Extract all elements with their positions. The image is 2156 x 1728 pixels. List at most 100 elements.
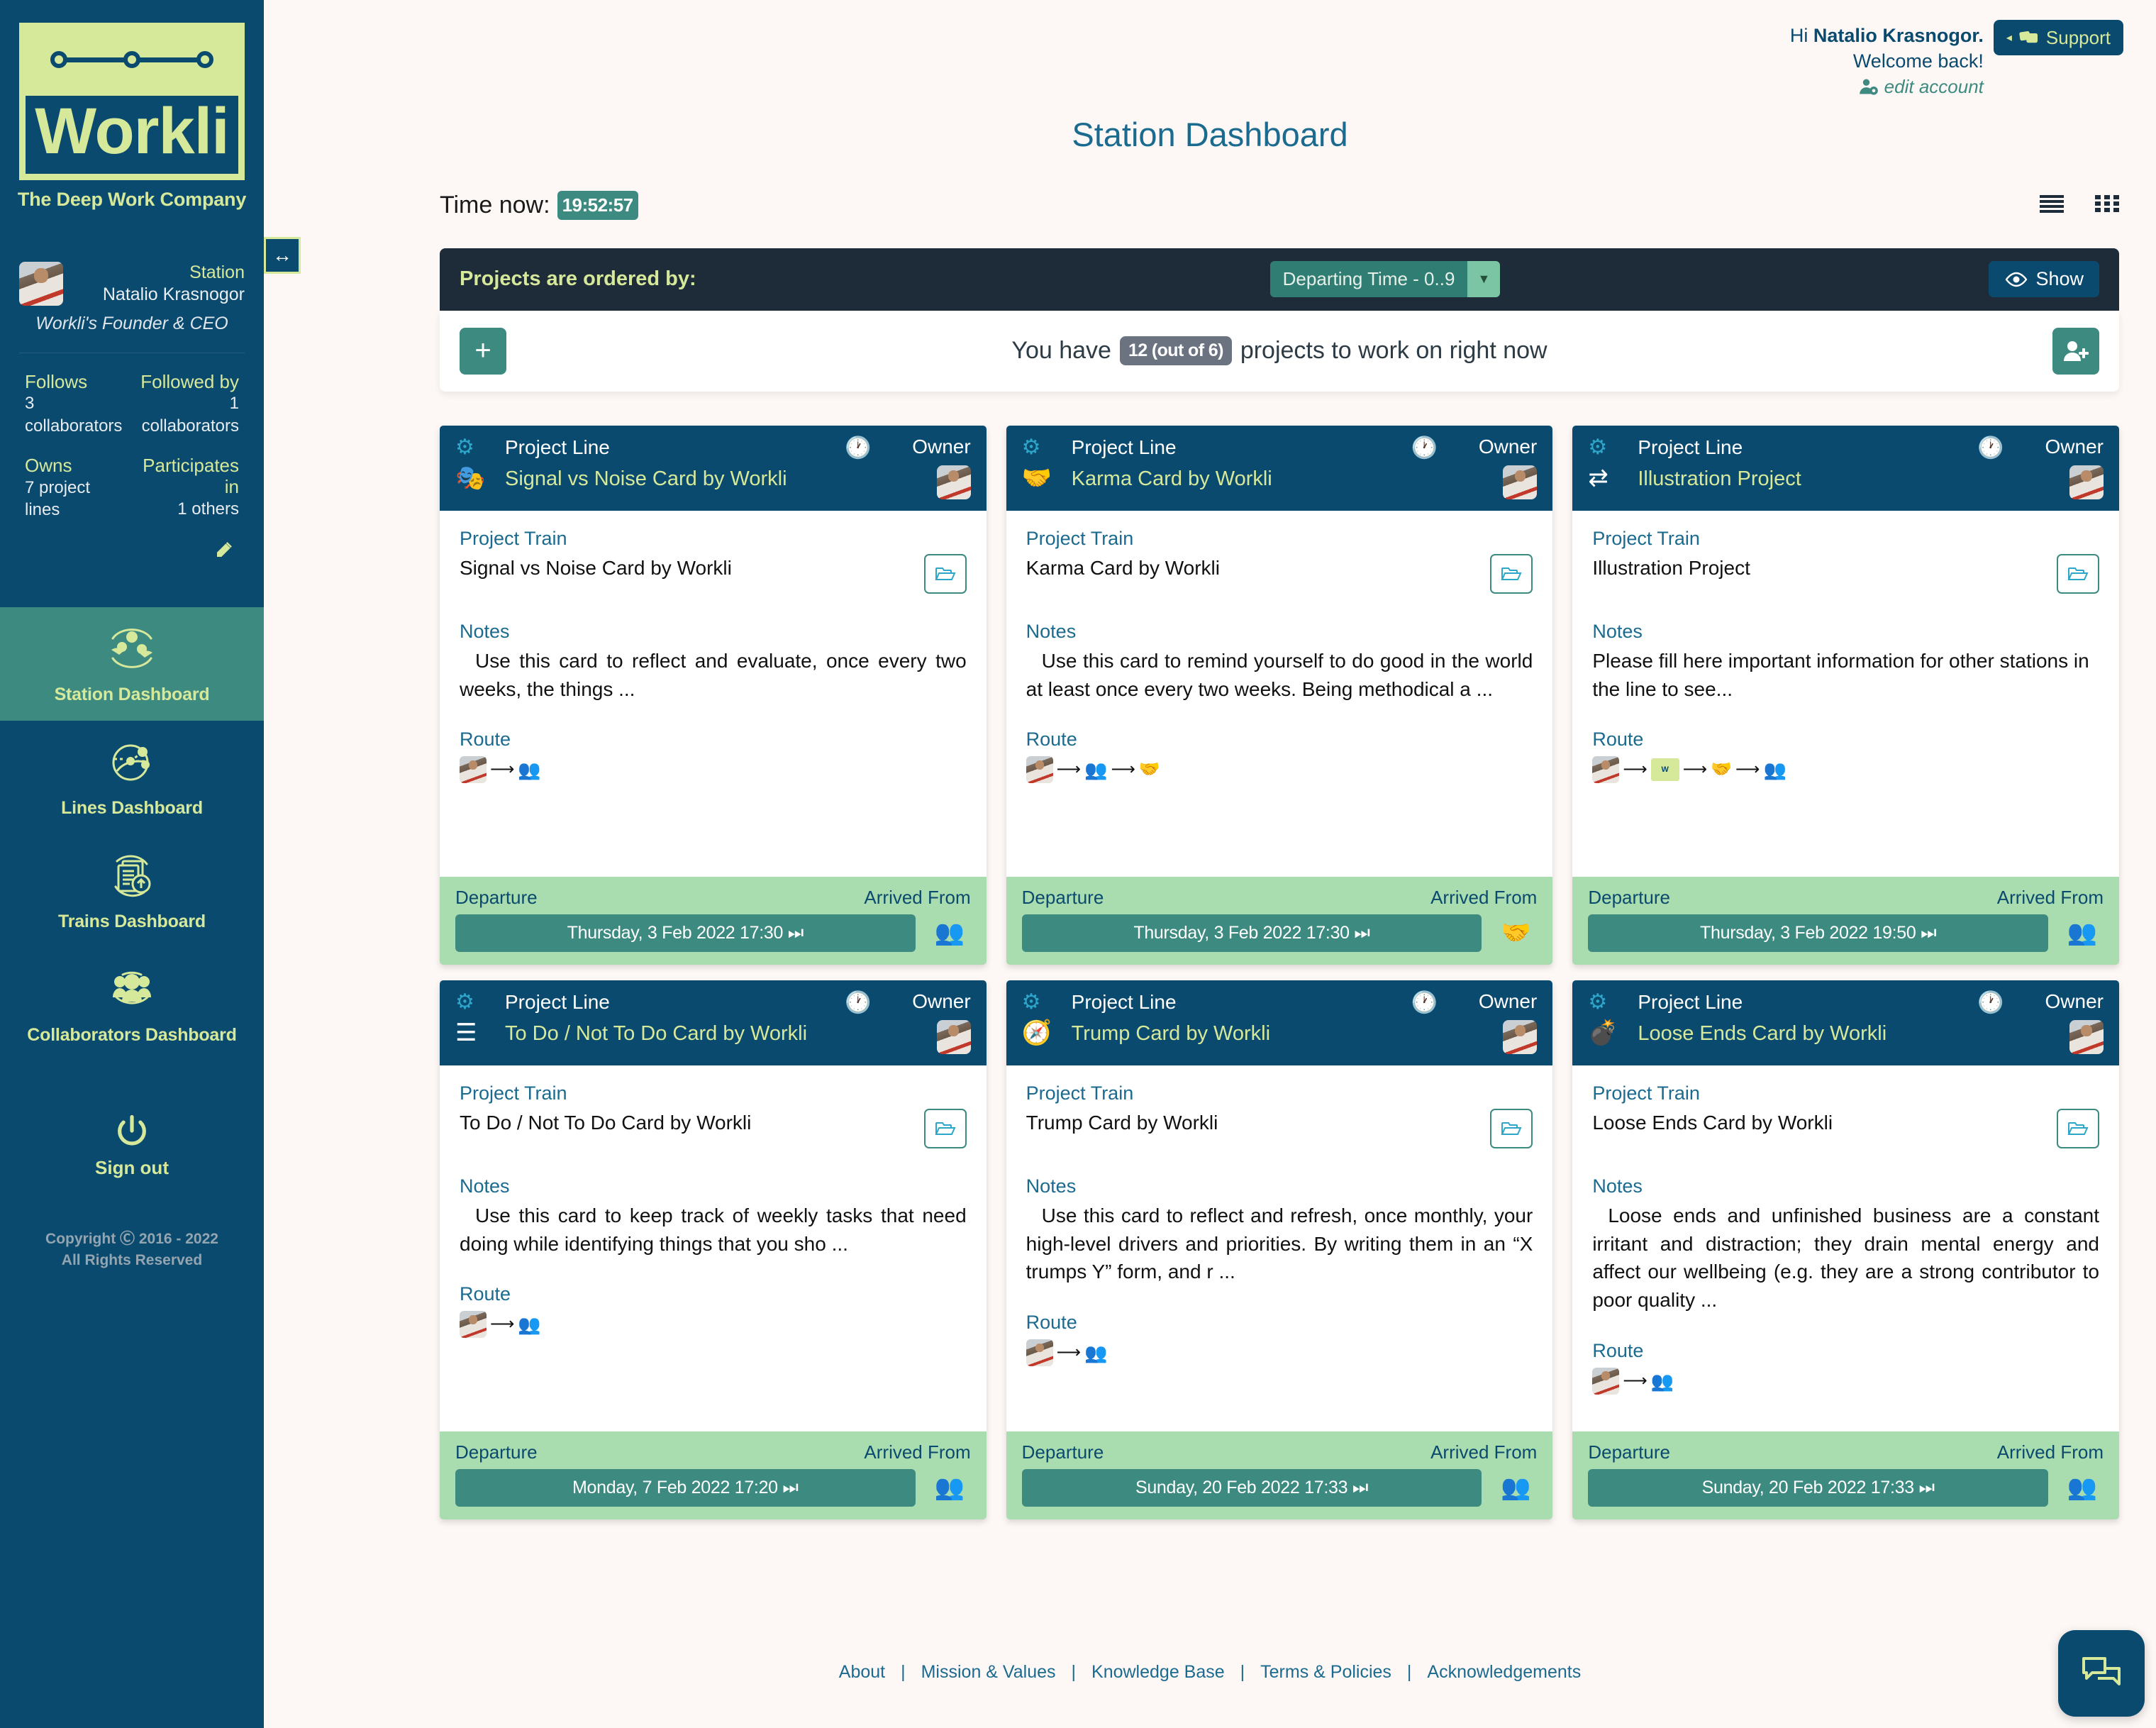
owner-label: Owner	[2045, 990, 2104, 1012]
sidebar-item-station-dashboard[interactable]: Station Dashboard	[0, 607, 264, 721]
route-avatar-icon	[1026, 756, 1053, 784]
notes-text: Please fill here important information f…	[1592, 649, 2089, 700]
handshake-icon: 🤝	[1501, 919, 1531, 947]
count-text-before: You have	[1011, 337, 1111, 365]
gear-icon[interactable]: ⚙	[1022, 436, 1066, 459]
logo-line-graphic	[22, 26, 242, 94]
resize-horizontal-icon: ↔	[272, 244, 292, 266]
handoff-people-icon: 👥	[518, 759, 541, 781]
card-header: ⚙ ⇄ Project Line Illustration Project 🕐 …	[1572, 425, 2119, 511]
brand-tagline: The Deep Work Company	[17, 189, 247, 210]
project-line-label: Project Line	[1071, 990, 1177, 1013]
gear-icon[interactable]: ⚙	[1022, 990, 1066, 1014]
project-line-name: Trump Card by Workli	[1071, 1021, 1271, 1045]
project-card[interactable]: ⚙ 🧭 Project Line Trump Card by Workli 🕐 …	[1006, 980, 1553, 1519]
route-avatar-icon	[1026, 1339, 1053, 1367]
open-folder-button[interactable]	[2057, 553, 2099, 594]
folder-open-icon	[1501, 1121, 1522, 1135]
owner-label: Owner	[912, 990, 971, 1012]
sidebar-toggle-button[interactable]: ↔	[264, 237, 301, 274]
masks-icon: 🎭	[455, 464, 486, 492]
open-folder-button[interactable]	[2057, 1108, 2099, 1148]
open-folder-button[interactable]	[1490, 1108, 1533, 1148]
sidebar-item-collaborators-dashboard[interactable]: Collaborators Dashboard	[0, 948, 264, 1061]
departure-time[interactable]: Sunday, 20 Feb 2022 17:33 ⏭	[1021, 1468, 1482, 1507]
project-card[interactable]: ⚙ 🎭 Project Line Signal vs Noise Card by…	[440, 425, 987, 965]
footer-link-acknowledgements[interactable]: Acknowledgements	[1427, 1662, 1581, 1683]
time-row: Time now: 19:52:57	[440, 190, 2119, 220]
clock-icon: 🕐	[1411, 990, 1438, 1014]
add-project-button[interactable]: +	[460, 327, 506, 375]
list-view-icon[interactable]	[2040, 194, 2064, 217]
owner-avatar	[936, 1019, 971, 1054]
chat-widget-button[interactable]	[2058, 1630, 2145, 1717]
user-gear-icon	[1859, 79, 1878, 96]
sidebar-item-trains-dashboard[interactable]: Trains Dashboard	[0, 834, 264, 948]
edit-profile-icon[interactable]	[213, 539, 235, 565]
site-footer: About | Mission & Values | Knowledge Bas…	[264, 1662, 2156, 1683]
route-label: Route	[460, 1283, 511, 1305]
gear-icon[interactable]: ⚙	[455, 436, 499, 459]
ordered-by-label: Projects are ordered by:	[460, 267, 696, 291]
sidebar-nav: Station Dashboard Lines Dashboard Trains…	[0, 607, 264, 1061]
edit-account-link[interactable]: edit account	[1790, 74, 1984, 99]
sign-out-button[interactable]: Sign out	[0, 1112, 264, 1179]
sort-select[interactable]: Departing Time - 0..9 ▼	[1269, 261, 1501, 298]
route-avatar-icon	[460, 756, 487, 784]
grid-view-icon[interactable]	[2095, 194, 2119, 217]
stat-participates-in: Participates in 1 others	[127, 455, 239, 521]
gear-icon[interactable]: ⚙	[1588, 990, 1632, 1014]
show-button[interactable]: Show	[1989, 261, 2099, 298]
footer-link-about[interactable]: About	[839, 1662, 885, 1683]
time-now: Time now: 19:52:57	[440, 190, 638, 220]
open-folder-button[interactable]	[1490, 553, 1533, 594]
gear-icon[interactable]: ⚙	[455, 990, 499, 1014]
footer-separator: |	[1240, 1662, 1245, 1682]
card-header: ⚙ 🧭 Project Line Trump Card by Workli 🕐 …	[1006, 980, 1553, 1065]
brand-logo[interactable]: Workli	[19, 23, 245, 180]
card-body: Project Train Trump Card by Workli Notes…	[1006, 1065, 1553, 1431]
departure-time[interactable]: Monday, 7 Feb 2022 17:20 ⏭	[455, 1468, 916, 1507]
notes-text: Use this card to reflect and refresh, on…	[1026, 1204, 1533, 1283]
folder-open-icon	[2067, 1121, 2089, 1135]
departure-label: Departure	[1588, 886, 1670, 908]
departure-time[interactable]: Thursday, 3 Feb 2022 17:30 ⏭	[455, 914, 916, 952]
profile-station-label: Station	[189, 262, 245, 282]
departure-time[interactable]: Thursday, 3 Feb 2022 19:50 ⏭	[1588, 914, 2048, 952]
footer-link-knowledge-base[interactable]: Knowledge Base	[1091, 1662, 1225, 1683]
footer-link-terms-policies[interactable]: Terms & Policies	[1260, 1662, 1391, 1683]
handoff-people-icon: 👥	[2067, 919, 2098, 947]
notes-text: Use this card to keep track of weekly ta…	[460, 1204, 967, 1255]
support-button[interactable]: ◂ Support	[1993, 20, 2123, 55]
stat-follows: Follows 3 collaborators	[25, 371, 132, 437]
exchange-arrows-icon: ⇄	[1588, 464, 1608, 492]
project-train-label: Project Train	[460, 1082, 567, 1104]
departure-time[interactable]: Thursday, 3 Feb 2022 17:30 ⏭	[1021, 914, 1482, 952]
notes-label: Notes	[1026, 1175, 1077, 1197]
footer-link-mission-values[interactable]: Mission & Values	[921, 1662, 1056, 1683]
handoff-people-icon: 👥	[1084, 1342, 1108, 1364]
project-card[interactable]: ⚙ ☰ Project Line To Do / Not To Do Card …	[440, 980, 987, 1519]
gear-icon[interactable]: ⚙	[1588, 436, 1632, 459]
handoff-people-icon: 👥	[1084, 759, 1108, 781]
project-card[interactable]: ⚙ ⇄ Project Line Illustration Project 🕐 …	[1572, 425, 2119, 965]
arrow-right-icon: ⟶	[1111, 760, 1135, 780]
departure-time[interactable]: Sunday, 20 Feb 2022 17:33 ⏭	[1588, 1468, 2048, 1507]
notes-label: Notes	[1592, 1175, 1643, 1197]
sidebar-item-label: Collaborators Dashboard	[27, 1025, 237, 1046]
order-bar: Projects are ordered by: Departing Time …	[440, 248, 2119, 311]
open-folder-button[interactable]	[923, 553, 967, 594]
open-folder-button[interactable]	[923, 1108, 967, 1148]
project-train-name: Illustration Project	[1592, 556, 1750, 579]
support-cards-icon	[2019, 31, 2038, 43]
main-content: Hi Natalio Krasnogor. Welcome back! edit…	[264, 0, 2156, 1728]
notes-label: Notes	[460, 620, 510, 642]
sidebar-item-lines-dashboard[interactable]: Lines Dashboard	[0, 721, 264, 834]
project-card[interactable]: ⚙ 💣 Project Line Loose Ends Card by Work…	[1572, 980, 2119, 1519]
owner-avatar	[1503, 465, 1538, 499]
chat-icon	[2082, 1657, 2121, 1685]
power-icon	[118, 1114, 146, 1146]
sign-out-label: Sign out	[95, 1157, 169, 1179]
add-collaborator-button[interactable]	[2052, 327, 2099, 375]
project-card[interactable]: ⚙ 🤝 Project Line Karma Card by Workli 🕐 …	[1006, 425, 1553, 965]
